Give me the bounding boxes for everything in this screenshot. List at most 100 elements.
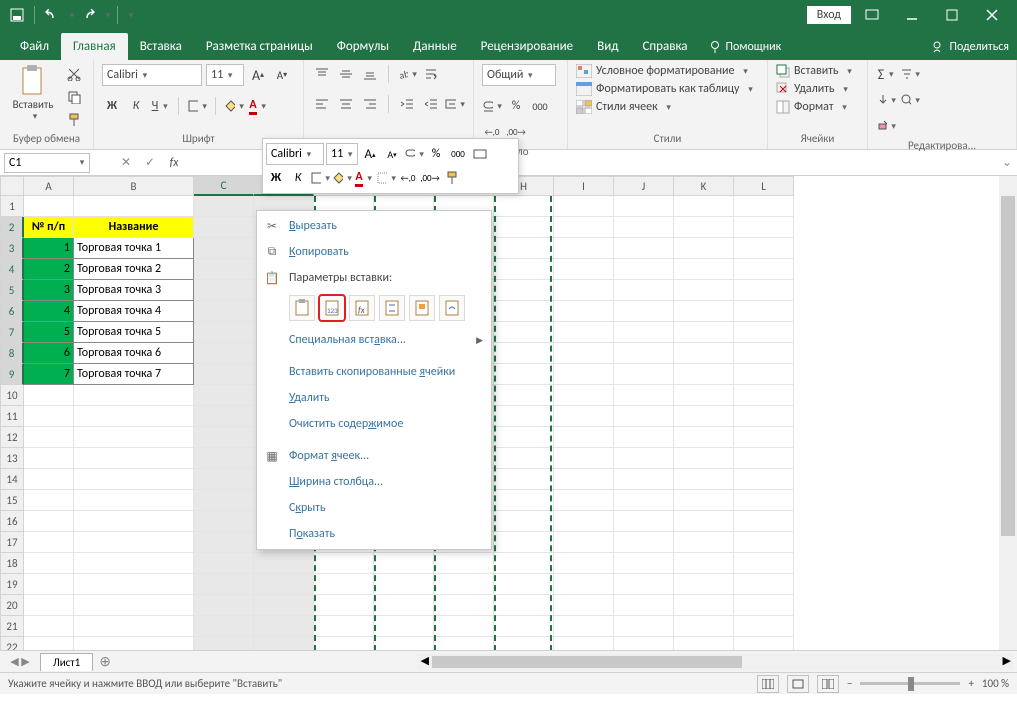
cell[interactable] — [434, 574, 494, 595]
cell[interactable] — [194, 574, 254, 595]
increase-indent-icon[interactable] — [421, 94, 441, 114]
format-painter-icon[interactable] — [64, 110, 84, 130]
cell[interactable] — [24, 616, 74, 637]
cell[interactable] — [74, 553, 194, 574]
qat-customize[interactable]: ▾ — [124, 4, 134, 26]
cell[interactable] — [554, 259, 614, 280]
cell[interactable] — [494, 532, 554, 553]
cell[interactable]: 4 — [24, 301, 74, 322]
cell[interactable] — [734, 553, 794, 574]
cell[interactable] — [24, 595, 74, 616]
mini-currency-icon[interactable]: ▾ — [404, 144, 424, 164]
cm-show[interactable]: Показать — [257, 521, 491, 547]
cell[interactable] — [554, 490, 614, 511]
cell[interactable] — [74, 406, 194, 427]
cell[interactable] — [194, 616, 254, 637]
paste-formulas-icon[interactable]: fx — [349, 295, 375, 321]
cell[interactable] — [494, 280, 554, 301]
save-button[interactable] — [6, 4, 28, 26]
cell[interactable] — [674, 574, 734, 595]
cell[interactable] — [314, 553, 374, 574]
new-sheet-button[interactable]: ⊕ — [93, 653, 117, 670]
fill-button[interactable]: ▾ — [876, 90, 896, 110]
cell[interactable] — [374, 553, 434, 574]
tab-data[interactable]: Данные — [401, 33, 469, 60]
select-all-button[interactable] — [0, 176, 24, 196]
percent-button[interactable]: % — [506, 96, 526, 116]
login-button[interactable]: Вход — [807, 6, 851, 24]
cell[interactable] — [194, 280, 254, 301]
redo-button[interactable] — [77, 4, 99, 26]
cell[interactable] — [494, 238, 554, 259]
cell[interactable] — [24, 574, 74, 595]
format-cells-button[interactable]: Формат▾ — [776, 100, 859, 114]
cell[interactable] — [734, 301, 794, 322]
autosum-button[interactable]: Σ▾ — [876, 64, 896, 84]
cell[interactable] — [554, 616, 614, 637]
paste-default-icon[interactable] — [289, 295, 315, 321]
undo-button[interactable] — [41, 4, 63, 26]
clear-button[interactable]: ▾ — [876, 116, 896, 136]
cell[interactable] — [194, 637, 254, 650]
cell[interactable] — [554, 196, 614, 217]
row-header[interactable]: 7 — [0, 322, 24, 343]
cell[interactable] — [434, 637, 494, 650]
cell[interactable] — [734, 511, 794, 532]
cell[interactable] — [674, 301, 734, 322]
cell[interactable] — [614, 343, 674, 364]
cell[interactable] — [734, 364, 794, 385]
cell[interactable] — [614, 196, 674, 217]
grid[interactable]: № п/пНазваниеИтог1Торговая точка 1680,00… — [24, 196, 999, 650]
tab-view[interactable]: Вид — [585, 33, 630, 60]
cell[interactable] — [614, 238, 674, 259]
row-header[interactable]: 3 — [0, 238, 24, 259]
cell[interactable] — [614, 490, 674, 511]
cell[interactable] — [734, 196, 794, 217]
cm-delete[interactable]: Удалить — [257, 385, 491, 411]
cell[interactable] — [194, 385, 254, 406]
cell[interactable] — [254, 553, 314, 574]
cm-column-width[interactable]: Ширина столбца... — [257, 469, 491, 495]
mini-font-color-button[interactable]: A▾ — [354, 168, 374, 188]
cell[interactable] — [194, 196, 254, 217]
cell[interactable] — [194, 259, 254, 280]
delete-cells-button[interactable]: Удалить▾ — [776, 82, 859, 96]
cell[interactable] — [734, 469, 794, 490]
expand-formula-bar-icon[interactable]: ⌄ — [997, 155, 1017, 170]
cell[interactable] — [494, 385, 554, 406]
cell[interactable] — [74, 532, 194, 553]
fx-icon[interactable]: fx — [162, 156, 186, 170]
underline-button[interactable]: Ч▾ — [150, 96, 170, 116]
cell[interactable]: 5 — [24, 322, 74, 343]
cell[interactable] — [734, 637, 794, 650]
cell[interactable] — [614, 280, 674, 301]
cell[interactable] — [554, 637, 614, 650]
currency-button[interactable]: ▾ — [482, 96, 502, 116]
cell[interactable] — [494, 616, 554, 637]
maximize-button[interactable] — [933, 1, 971, 29]
paste-transpose-icon[interactable] — [379, 295, 405, 321]
row-header[interactable]: 8 — [0, 343, 24, 364]
cell[interactable]: 2 — [24, 259, 74, 280]
cell[interactable] — [494, 364, 554, 385]
cell[interactable] — [314, 616, 374, 637]
cell[interactable] — [494, 574, 554, 595]
cell[interactable] — [734, 490, 794, 511]
row-header[interactable]: 15 — [0, 490, 24, 511]
cell[interactable]: 6 — [24, 343, 74, 364]
cell[interactable] — [674, 322, 734, 343]
cell[interactable]: Торговая точка 7 — [74, 364, 194, 385]
paste-values-icon[interactable]: 123 — [319, 295, 345, 321]
format-as-table-button[interactable]: Форматировать как таблицу▾ — [576, 82, 759, 96]
cell[interactable] — [74, 448, 194, 469]
cell[interactable] — [734, 322, 794, 343]
cell[interactable] — [674, 511, 734, 532]
mini-font-combo[interactable]: Calibri▾ — [266, 143, 324, 165]
cell[interactable] — [674, 280, 734, 301]
row-header[interactable]: 16 — [0, 511, 24, 532]
cell[interactable] — [674, 364, 734, 385]
cm-clear-contents[interactable]: Очистить содержимое — [257, 411, 491, 437]
cell[interactable] — [24, 448, 74, 469]
italic-button[interactable]: К — [126, 96, 146, 116]
cell[interactable] — [734, 595, 794, 616]
